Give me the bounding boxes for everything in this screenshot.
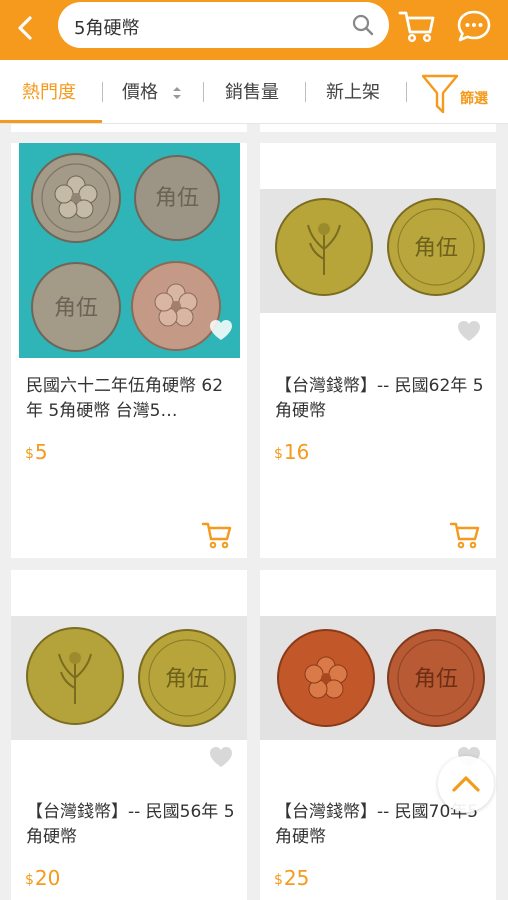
search-query-text: 5角硬幣 bbox=[74, 18, 140, 39]
messages-button[interactable] bbox=[455, 8, 493, 44]
product-title[interactable]: 【台灣錢幣】-- 民國56年 5角硬幣 bbox=[26, 800, 236, 850]
add-to-cart-icon[interactable] bbox=[449, 520, 481, 550]
divider bbox=[406, 82, 407, 102]
sort-price-tab[interactable]: 價格 bbox=[122, 80, 158, 106]
product-image[interactable]: 角伍 bbox=[260, 189, 496, 313]
divider bbox=[102, 82, 103, 102]
sort-popularity-tab[interactable]: 熱門度 bbox=[22, 80, 76, 106]
svg-text:角伍: 角伍 bbox=[414, 667, 458, 692]
filter-button[interactable]: 篩選 bbox=[420, 72, 500, 116]
svg-text:角伍: 角伍 bbox=[155, 186, 199, 211]
filter-label: 篩選 bbox=[460, 91, 488, 107]
price-value: 20 bbox=[34, 866, 61, 890]
funnel-icon bbox=[421, 74, 459, 114]
product-card[interactable]: 角伍 【台灣錢幣】-- 民國70年5角硬幣 $25 bbox=[260, 570, 496, 900]
currency-symbol: $ bbox=[25, 872, 34, 888]
price-value: 25 bbox=[283, 866, 310, 890]
product-price: $5 bbox=[25, 440, 48, 464]
price-value: 16 bbox=[283, 440, 310, 464]
currency-symbol: $ bbox=[25, 446, 34, 462]
previous-card-edge bbox=[11, 124, 247, 132]
product-price: $16 bbox=[274, 440, 309, 464]
product-title[interactable]: 民國六十二年伍角硬幣 62年 5角硬幣 台灣5… bbox=[26, 374, 236, 424]
svg-text:角伍: 角伍 bbox=[414, 236, 458, 261]
active-tab-indicator bbox=[0, 120, 102, 123]
price-value: 5 bbox=[34, 440, 48, 464]
cart-icon bbox=[398, 11, 435, 43]
currency-symbol: $ bbox=[274, 872, 283, 888]
product-price: $20 bbox=[25, 866, 60, 890]
chevron-left-icon bbox=[18, 16, 32, 40]
cart-button[interactable] bbox=[397, 8, 437, 44]
product-image[interactable]: 角伍 bbox=[260, 616, 496, 740]
scroll-to-top-button[interactable] bbox=[438, 756, 494, 812]
product-card[interactable]: 角伍 【台灣錢幣】-- 民國62年 5角硬幣 $16 bbox=[260, 143, 496, 558]
previous-card-edge bbox=[260, 124, 496, 132]
top-header: 5角硬幣 bbox=[0, 0, 508, 60]
favorite-heart-icon[interactable] bbox=[208, 745, 234, 769]
currency-symbol: $ bbox=[274, 446, 283, 462]
chevron-up-icon bbox=[452, 776, 480, 792]
product-image[interactable]: 角伍 角伍 bbox=[19, 143, 240, 358]
sort-newest-tab[interactable]: 新上架 bbox=[326, 80, 380, 106]
divider bbox=[203, 82, 204, 102]
product-card[interactable]: 角伍 【台灣錢幣】-- 民國56年 5角硬幣 $20 bbox=[11, 570, 247, 900]
favorite-heart-icon[interactable] bbox=[208, 318, 234, 342]
sort-toggle-icon bbox=[173, 87, 181, 99]
svg-text:角伍: 角伍 bbox=[165, 667, 209, 692]
back-button[interactable] bbox=[10, 12, 42, 44]
divider bbox=[305, 82, 306, 102]
search-input[interactable]: 5角硬幣 bbox=[58, 2, 389, 48]
svg-text:角伍: 角伍 bbox=[54, 296, 98, 321]
product-image[interactable]: 角伍 bbox=[11, 616, 247, 740]
product-card[interactable]: 角伍 角伍 民國六十二年伍角硬幣 62年 5角硬幣 台灣5… $5 bbox=[11, 143, 247, 558]
product-title[interactable]: 【台灣錢幣】-- 民國62年 5角硬幣 bbox=[275, 374, 485, 424]
product-price: $25 bbox=[274, 866, 309, 890]
sort-bar: 熱門度 價格 銷售量 新上架 篩選 bbox=[0, 60, 508, 124]
sort-sales-tab[interactable]: 銷售量 bbox=[225, 80, 279, 106]
add-to-cart-icon[interactable] bbox=[201, 520, 233, 550]
favorite-heart-icon[interactable] bbox=[456, 319, 482, 343]
chat-bubble-icon bbox=[457, 10, 491, 42]
search-icon[interactable] bbox=[351, 13, 375, 37]
